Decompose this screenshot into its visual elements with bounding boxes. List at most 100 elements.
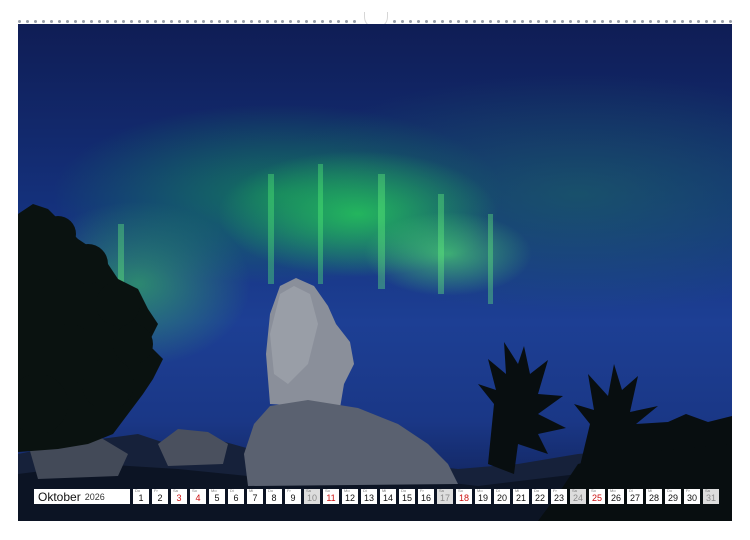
day-cell: Do 8 <box>266 489 282 504</box>
binding-hole <box>409 19 413 23</box>
binding-hole <box>465 19 469 23</box>
binding-hole <box>489 19 493 23</box>
binding-hole <box>640 19 644 23</box>
binding-hole <box>18 19 21 23</box>
binding-hole <box>393 19 397 23</box>
binding-hole <box>41 19 45 23</box>
day-number: 15 <box>401 493 412 503</box>
binding-hole <box>664 19 668 23</box>
day-cell: Mi 21 <box>513 489 529 504</box>
binding-hole <box>137 19 141 23</box>
binding-hole <box>249 19 253 23</box>
day-cells: Do 1 Fr 2 Sa 3 So 4 Mo 5 Di 6 Mi 7 Do 8 Fr 9 Sa 10 So 11 Mo 12 D… <box>133 489 722 504</box>
day-cell: Sa 17 <box>437 489 453 504</box>
day-cell: Sa 10 <box>304 489 320 504</box>
binding-hole <box>313 19 317 23</box>
binding-hole <box>584 19 588 23</box>
binding-hole <box>305 19 309 23</box>
binding-hole <box>225 19 229 23</box>
binding-hole <box>720 19 724 23</box>
binding-hole <box>600 19 604 23</box>
day-cell: Mo 5 <box>209 489 225 504</box>
binding-hole <box>536 19 540 23</box>
binding-hole <box>281 19 285 23</box>
binding-hole <box>672 19 676 23</box>
binding-hole <box>656 19 660 23</box>
day-cell: Do 22 <box>532 489 548 504</box>
binding-hole <box>289 19 293 23</box>
day-number: 2 <box>157 493 163 503</box>
binding-hole <box>576 19 580 23</box>
binding-hole <box>233 19 237 23</box>
month-name: Oktober <box>38 489 81 504</box>
binding-hole <box>417 19 421 23</box>
binding-hole <box>401 19 405 23</box>
day-number: 24 <box>572 493 583 503</box>
binding-hole <box>241 19 245 23</box>
binding-hole <box>497 19 501 23</box>
day-cell: Do 1 <box>133 489 149 504</box>
day-number: 8 <box>271 493 277 503</box>
day-cell: Fr 30 <box>684 489 700 504</box>
binding-hole <box>696 19 700 23</box>
day-cell: So 18 <box>456 489 472 504</box>
binding-hole <box>552 19 556 23</box>
left-tree <box>18 204 163 452</box>
binding-hole <box>209 19 213 23</box>
day-cell: Sa 3 <box>171 489 187 504</box>
day-cell: So 11 <box>323 489 339 504</box>
binding-hole <box>449 19 453 23</box>
binding-hole <box>680 19 684 23</box>
day-cell: Sa 24 <box>570 489 586 504</box>
day-cell: Mo 19 <box>475 489 491 504</box>
binding-hole <box>425 19 429 23</box>
day-number: 7 <box>252 493 258 503</box>
binding-hole <box>81 19 85 23</box>
day-cell: Fr 16 <box>418 489 434 504</box>
binding-hole <box>337 19 341 23</box>
binding-hole <box>185 19 189 23</box>
binding-hole <box>169 19 173 23</box>
binding-hole <box>624 19 628 23</box>
binding-hole <box>728 19 732 23</box>
binding-hole <box>329 19 333 23</box>
day-cell: Fr 2 <box>152 489 168 504</box>
binding-hole <box>273 19 277 23</box>
binding-hole <box>704 19 708 23</box>
binding-hole <box>688 19 692 23</box>
binding-hole <box>33 19 37 23</box>
day-number: 19 <box>477 493 488 503</box>
binding-hole <box>177 19 181 23</box>
binding-hole <box>201 19 205 23</box>
binding-hole <box>321 19 325 23</box>
binding-hole <box>632 19 636 23</box>
binding-hole <box>89 19 93 23</box>
binding-hole <box>648 19 652 23</box>
rock-base <box>244 400 458 486</box>
binding-hole <box>513 19 517 23</box>
day-number: 9 <box>290 493 296 503</box>
day-number: 17 <box>439 493 450 503</box>
day-number: 27 <box>629 493 640 503</box>
binding-hole <box>129 19 133 23</box>
binding-hole <box>105 19 109 23</box>
day-number: 4 <box>195 493 201 503</box>
binding-hole <box>505 19 509 23</box>
day-cell: Mo 12 <box>342 489 358 504</box>
day-number: 6 <box>233 493 239 503</box>
binding-hole <box>544 19 548 23</box>
binding-hole <box>441 19 445 23</box>
binding-hole <box>481 19 485 23</box>
binding-hole <box>473 19 477 23</box>
day-cell: Di 13 <box>361 489 377 504</box>
binding-hole <box>97 19 101 23</box>
binding-hole <box>161 19 165 23</box>
day-number: 22 <box>534 493 545 503</box>
day-number: 31 <box>705 493 716 503</box>
binding-hole <box>521 19 525 23</box>
day-number: 21 <box>515 493 526 503</box>
binding-hole <box>265 19 269 23</box>
day-number: 18 <box>458 493 469 503</box>
day-cell: Di 27 <box>627 489 643 504</box>
day-cell: Di 6 <box>228 489 244 504</box>
